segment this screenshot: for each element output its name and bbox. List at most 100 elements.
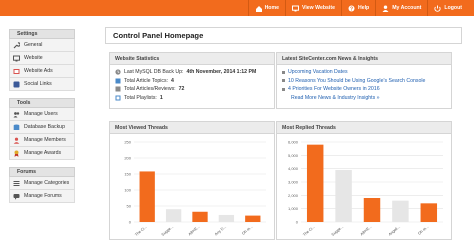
most-viewed-panel: Most Viewed Threads 250 200 150 100 50 0 The C…	[109, 121, 275, 240]
stat-row: Last MySQL DB Back Up: 4th November, 2014…	[110, 68, 274, 77]
news-link-label: 4 Priorities For Website Owners in 2016	[288, 86, 380, 93]
y-tick-label: 150	[124, 172, 131, 177]
stat-label: Total Articles/Reviews:	[124, 86, 176, 93]
articles-icon	[115, 86, 121, 92]
news-link[interactable]: 10 Reasons You Should be Using Google's …	[277, 77, 451, 86]
nav-label: Logout	[444, 5, 462, 11]
stat-label: Last MySQL DB Back Up:	[124, 69, 184, 76]
categories-icon	[13, 180, 20, 186]
stat-value: 4th November, 2014 1:12 PM	[186, 69, 257, 76]
x-tick-label: Sugge...	[161, 225, 174, 237]
y-tick-label: 3,000	[288, 180, 299, 185]
nav-logout[interactable]: Logout	[427, 0, 468, 16]
news-link-label: Upcoming Vacation Dates	[288, 69, 348, 76]
most-replied-chart: 6,000 5,000 4,000 3,000 2,000 1,000 0The Ci...…	[288, 140, 443, 237]
sidebar-item-label: Manage Awards	[24, 150, 62, 156]
sidebar-heading: Tools	[9, 98, 75, 108]
sidebar-item-label: Manage Categories	[24, 180, 70, 186]
sidebar-item-website-ads[interactable]: Website Ads	[9, 65, 75, 78]
news-link[interactable]: 4 Priorities For Website Owners in 2016	[277, 85, 451, 94]
sidebar-item-manage-members[interactable]: Manage Members	[9, 134, 75, 147]
ads-icon	[13, 68, 20, 74]
nav-help[interactable]: ? Help	[340, 0, 375, 16]
sidebar-item-manage-awards[interactable]: Manage Awards	[9, 147, 75, 160]
y-tick-label: 0	[296, 220, 299, 225]
stat-label: Total Playlists:	[124, 94, 157, 101]
home-icon	[255, 5, 262, 12]
page-title: Control Panel Homepage	[113, 31, 204, 40]
help-icon: ?	[348, 5, 355, 12]
panel-heading: Website Statistics	[110, 53, 274, 65]
bar[interactable]	[420, 203, 438, 222]
main-content: Control Panel Homepage	[105, 27, 462, 44]
x-tick-label: ABHE...	[188, 225, 201, 237]
bar[interactable]	[192, 211, 208, 222]
x-tick-label: Oh m...	[241, 225, 253, 236]
sidebar-item-label: Website	[24, 55, 43, 61]
stats-list: Last MySQL DB Back Up: 4th November, 2014…	[110, 65, 274, 102]
monitor-icon	[13, 55, 20, 61]
sidebar-item-manage-forums[interactable]: Manage Forums	[9, 190, 75, 203]
sidebar-item-label: Social Links	[24, 81, 52, 87]
panel-heading: Most Replied Threads	[277, 122, 451, 134]
bullet-icon	[282, 70, 285, 74]
y-tick-label: 50	[127, 204, 132, 209]
y-tick-label: 6,000	[288, 140, 299, 145]
sidebar: Settings General Website Website Ads Social …	[9, 29, 75, 210]
svg-text:?: ?	[350, 6, 353, 12]
page-title-box: Control Panel Homepage	[105, 27, 462, 44]
x-tick-label: Any D...	[214, 225, 227, 237]
sidebar-item-database-backup[interactable]: Database Backup	[9, 121, 75, 134]
stat-value: 1	[159, 94, 163, 101]
users-icon	[13, 111, 20, 117]
bar[interactable]	[139, 171, 155, 222]
nav-my-account[interactable]: My Account	[375, 0, 427, 16]
sidebar-item-label: Manage Forums	[24, 193, 62, 199]
nav-home[interactable]: Home	[247, 0, 285, 16]
news-link[interactable]: Upcoming Vacation Dates	[277, 68, 451, 77]
x-tick-label: Angeli...	[388, 225, 401, 237]
sidebar-item-manage-categories[interactable]: Manage Categories	[9, 177, 75, 190]
topics-icon	[115, 78, 121, 84]
top-bar: Home View Website? Help My Account Logout	[0, 0, 474, 16]
nav-view-website[interactable]: View Website	[284, 0, 341, 16]
y-tick-label: 0	[129, 220, 132, 225]
y-tick-label: 200	[124, 156, 131, 161]
stat-row: Total Articles/Reviews: 72	[110, 85, 274, 94]
nav-label: Help	[357, 5, 370, 11]
bar[interactable]	[392, 200, 409, 222]
x-tick-label: Oh m...	[417, 225, 429, 236]
y-tick-label: 4,000	[288, 166, 299, 171]
wrench-icon	[13, 41, 20, 48]
playlist-icon	[115, 95, 121, 101]
bar[interactable]	[165, 209, 182, 222]
y-tick-label: 5,000	[288, 153, 299, 158]
sidebar-item-manage-users[interactable]: Manage Users	[9, 108, 75, 121]
news-link-label: 10 Reasons You Should be Using Google's …	[288, 77, 426, 84]
y-tick-label: 2,000	[288, 193, 299, 198]
members-icon	[13, 137, 20, 144]
forums-icon	[13, 193, 20, 200]
panel-heading: Most Viewed Threads	[110, 122, 274, 134]
x-tick-label: The Ci...	[134, 225, 148, 237]
sidebar-item-label: Manage Users	[24, 111, 58, 117]
bar[interactable]	[306, 144, 324, 222]
bar[interactable]	[218, 214, 235, 222]
bullet-icon	[282, 87, 285, 91]
x-tick-label: The Ci...	[302, 225, 316, 237]
sidebar-item-label: Manage Members	[24, 137, 66, 143]
bar[interactable]	[363, 198, 381, 222]
panel-heading: Latest SiteCenter.com News & Insights	[277, 53, 451, 65]
stat-value: 72	[178, 86, 185, 93]
sidebar-item-social-links[interactable]: Social Links	[9, 78, 75, 91]
news-panel: Latest SiteCenter.com News & Insights Up…	[276, 52, 452, 109]
bar[interactable]	[245, 215, 261, 222]
sidebar-item-website[interactable]: Website	[9, 52, 75, 65]
sidebar-item-general[interactable]: General	[9, 39, 75, 52]
read-more-link[interactable]: Read More News & Industry Insights »	[277, 94, 451, 103]
bar[interactable]	[335, 170, 352, 222]
nav-label: Home	[264, 5, 279, 11]
sidebar-group-forums: Forums Manage Categories Manage Forums	[9, 167, 75, 203]
share-icon	[13, 81, 20, 87]
top-navigation: Home View Website? Help My Account Logout	[247, 0, 468, 16]
